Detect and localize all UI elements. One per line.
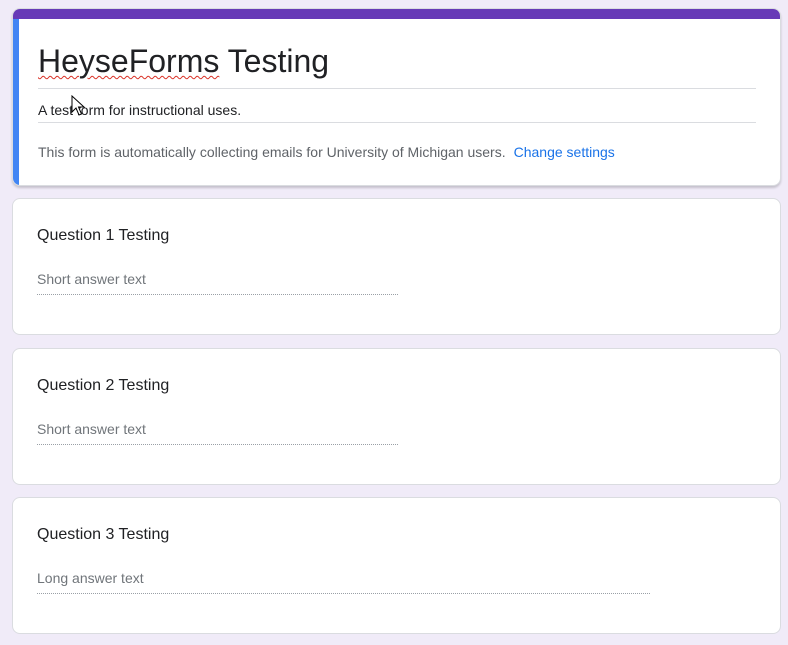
question-card-1[interactable]: Question 1 Testing Short answer text [12,198,781,335]
short-answer-underline [37,444,398,445]
form-description[interactable]: A test form for instructional uses. [38,101,241,119]
question-title: Question 2 Testing [37,377,170,394]
question-title: Question 1 Testing [37,227,170,244]
email-collection-notice: This form is automatically collecting em… [38,143,615,161]
short-answer-placeholder: Short answer text [37,421,146,437]
long-answer-underline [37,593,650,594]
selected-indicator-bar [13,19,19,185]
form-title-word-spellcheck: HeyseForms [38,43,220,79]
form-title-rest: Testing [219,43,330,79]
form-header-card[interactable]: HeyseForms Testing A test form for instr… [12,8,781,186]
form-title[interactable]: HeyseForms Testing [38,42,329,80]
change-settings-link[interactable]: Change settings [514,144,615,160]
question-title: Question 3 Testing [37,526,170,543]
title-divider [38,88,756,89]
description-divider [38,122,756,123]
email-notice-text: This form is automatically collecting em… [38,144,506,160]
question-card-2[interactable]: Question 2 Testing Short answer text [12,348,781,485]
long-answer-placeholder: Long answer text [37,570,144,586]
header-accent-bar [13,9,780,19]
question-card-3[interactable]: Question 3 Testing Long answer text [12,497,781,634]
short-answer-placeholder: Short answer text [37,271,146,287]
short-answer-underline [37,294,398,295]
